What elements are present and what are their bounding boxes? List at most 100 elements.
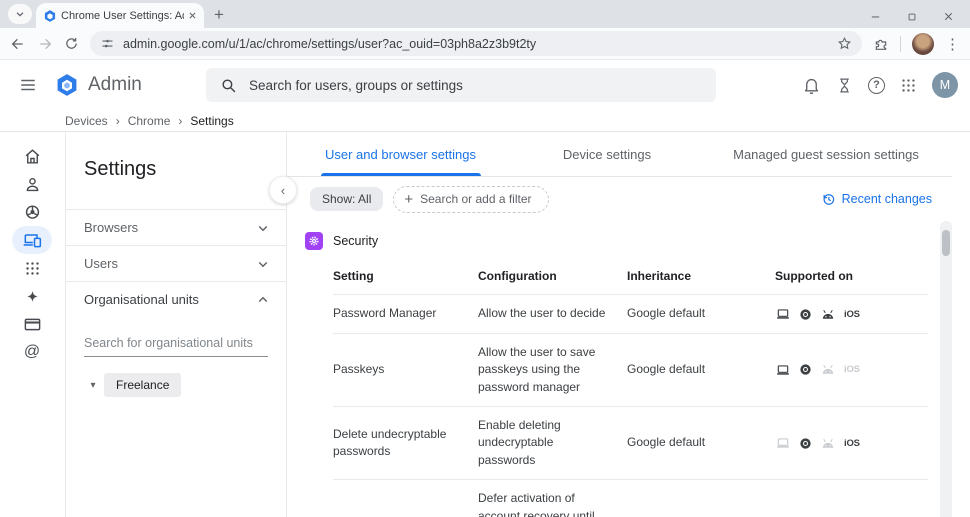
apps-grid-icon[interactable] bbox=[900, 77, 917, 94]
org-unit-expand-icon[interactable]: ▾ bbox=[86, 380, 100, 391]
search-icon bbox=[222, 78, 236, 92]
scrollbar-track[interactable] bbox=[940, 221, 952, 517]
main-area: User and browser settings Device setting… bbox=[287, 132, 952, 517]
tab-label: Device settings bbox=[562, 146, 652, 162]
breadcrumb-settings: Settings bbox=[190, 113, 234, 128]
table-row[interactable]: Account recovery Defer activation of acc… bbox=[333, 479, 928, 517]
col-configuration: Configuration bbox=[478, 269, 557, 283]
security-section-header: Security bbox=[287, 221, 952, 258]
section-browsers[interactable]: Browsers bbox=[66, 209, 286, 245]
admin-hexagon-icon bbox=[57, 74, 77, 96]
col-setting: Setting bbox=[333, 269, 374, 283]
reload-icon[interactable] bbox=[64, 36, 79, 51]
directory-person-icon[interactable] bbox=[12, 170, 52, 198]
browser-profile-avatar[interactable] bbox=[912, 32, 934, 55]
hourglass-icon[interactable] bbox=[836, 77, 853, 94]
site-info-icon[interactable] bbox=[100, 36, 115, 51]
tab-title: Chrome User Settings: Admin C bbox=[61, 9, 184, 22]
setting-cell[interactable]: Password Manager bbox=[333, 305, 478, 322]
home-icon[interactable] bbox=[12, 142, 52, 170]
extensions-icon[interactable] bbox=[873, 36, 889, 52]
window-close-icon[interactable] bbox=[943, 11, 954, 22]
admin-search-input[interactable] bbox=[249, 77, 702, 93]
add-filter-button[interactable]: + Search or add a filter bbox=[393, 185, 549, 213]
android-icon bbox=[820, 437, 836, 450]
url-bar[interactable]: admin.google.com/u/1/ac/chrome/settings/… bbox=[90, 31, 862, 56]
table-row[interactable]: Delete undecryptable passwords Enable de… bbox=[333, 405, 928, 479]
new-tab-button[interactable]: + bbox=[214, 6, 224, 23]
breadcrumb-chrome[interactable]: Chrome bbox=[128, 114, 171, 128]
tab-user-and-browser-settings[interactable]: User and browser settings bbox=[287, 132, 514, 176]
admin-search-bar[interactable] bbox=[206, 68, 716, 102]
inheritance-cell: Google default bbox=[627, 362, 706, 377]
desktop-icon bbox=[775, 436, 791, 450]
account-avatar[interactable]: M bbox=[932, 72, 958, 98]
chevron-up-icon bbox=[258, 296, 268, 302]
apps-icon[interactable] bbox=[12, 254, 52, 282]
admin-logo[interactable]: Admin bbox=[54, 72, 166, 98]
settings-panel: Settings Browsers Users Organisational u… bbox=[65, 132, 287, 517]
account-at-icon[interactable]: @ bbox=[12, 338, 52, 366]
breadcrumb-devices[interactable]: Devices bbox=[65, 114, 108, 128]
browser-tab[interactable]: Chrome User Settings: Admin C bbox=[36, 3, 204, 28]
setting-cell[interactable]: Passkeys bbox=[333, 361, 478, 378]
back-icon[interactable] bbox=[10, 36, 26, 52]
main-menu-icon[interactable] bbox=[16, 76, 40, 94]
recent-changes-label: Recent changes bbox=[841, 192, 932, 206]
security-gear-icon bbox=[305, 232, 323, 250]
panel-collapse-button[interactable]: ‹ bbox=[269, 176, 297, 204]
help-icon[interactable]: ? bbox=[868, 76, 885, 94]
show-all-chip[interactable]: Show: All bbox=[310, 187, 384, 211]
col-inheritance: Inheritance bbox=[627, 269, 692, 283]
settings-table: Setting Configuration Inheritance Suppor… bbox=[333, 258, 928, 517]
supported-on-cell: iOS bbox=[775, 307, 928, 321]
security-shield-icon[interactable] bbox=[12, 198, 52, 226]
add-filter-label: Search or add a filter bbox=[420, 192, 532, 206]
bookmark-star-icon[interactable] bbox=[837, 36, 852, 51]
window-controls bbox=[870, 11, 970, 28]
browser-menu-icon[interactable]: ⋮ bbox=[945, 35, 960, 53]
plus-icon: + bbox=[404, 190, 414, 208]
tab-search-button[interactable] bbox=[8, 4, 32, 24]
table-row[interactable]: Passkeys Allow the user to save passkeys… bbox=[333, 332, 928, 406]
tab-managed-guest-session-settings[interactable]: Managed guest session settings bbox=[700, 132, 952, 176]
android-icon bbox=[820, 308, 836, 321]
maximize-icon[interactable] bbox=[907, 12, 917, 22]
col-supported-on: Supported on bbox=[775, 269, 853, 283]
chevron-separator: › bbox=[178, 113, 183, 128]
configuration-cell: Allow the user to save passkeys using th… bbox=[478, 344, 596, 394]
org-unit-search[interactable] bbox=[84, 333, 268, 357]
section-title: Security bbox=[333, 234, 379, 248]
admin-header: Admin ? M bbox=[0, 60, 970, 110]
gemini-sparkle-icon[interactable] bbox=[12, 282, 52, 310]
section-label: Users bbox=[84, 256, 118, 271]
org-unit-chip[interactable]: Freelance bbox=[104, 373, 182, 397]
notifications-bell-icon[interactable] bbox=[802, 76, 821, 95]
forward-icon[interactable] bbox=[37, 36, 53, 52]
chevron-down-icon bbox=[258, 225, 268, 231]
filter-bar: Show: All + Search or add a filter Recen… bbox=[287, 177, 952, 221]
table-row[interactable]: Password Manager Allow the user to decid… bbox=[333, 294, 928, 332]
tab-close-icon[interactable] bbox=[188, 11, 197, 20]
section-organisational-units[interactable]: Organisational units bbox=[66, 281, 286, 317]
panel-title: Settings bbox=[84, 158, 157, 180]
configuration-cell: Defer activation of account recovery unt… bbox=[478, 491, 595, 517]
scrollbar-thumb[interactable] bbox=[942, 230, 950, 256]
setting-cell[interactable]: Delete undecryptable passwords bbox=[333, 426, 478, 461]
settings-tabs: User and browser settings Device setting… bbox=[287, 132, 952, 177]
recent-changes-link[interactable]: Recent changes bbox=[821, 192, 932, 207]
tab-device-settings[interactable]: Device settings bbox=[514, 132, 700, 176]
inheritance-cell: Google default bbox=[627, 435, 706, 450]
ios-label: iOS bbox=[844, 364, 860, 376]
org-unit-search-input[interactable] bbox=[84, 333, 268, 357]
section-users[interactable]: Users bbox=[66, 245, 286, 281]
chrome-icon bbox=[799, 363, 812, 376]
tab-label: Managed guest session settings bbox=[733, 146, 919, 162]
org-unit-row[interactable]: ▾ Freelance bbox=[86, 373, 286, 397]
content-area: @ Settings Browsers Users Organisational… bbox=[0, 132, 970, 517]
chrome-icon bbox=[799, 437, 812, 450]
devices-icon[interactable] bbox=[12, 226, 52, 254]
chevron-down-icon bbox=[258, 261, 268, 267]
billing-card-icon[interactable] bbox=[12, 310, 52, 338]
minimize-icon[interactable] bbox=[870, 11, 881, 22]
